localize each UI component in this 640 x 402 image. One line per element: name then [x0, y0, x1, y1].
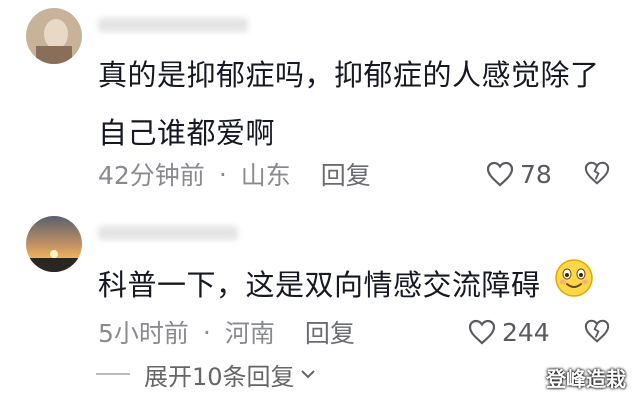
- comment-meta: 42分钟前 · 山东 回复: [98, 154, 371, 194]
- expand-replies-label: 展开10条回复: [144, 362, 295, 391]
- heart-icon: [486, 161, 514, 187]
- dislike-button[interactable]: [584, 160, 610, 190]
- smile-emoji-icon: [554, 258, 594, 317]
- like-count: 78: [520, 159, 552, 189]
- chevron-down-icon: [300, 370, 315, 379]
- avatar[interactable]: [26, 216, 82, 272]
- dislike-button[interactable]: [584, 318, 610, 348]
- like-button[interactable]: 78: [486, 154, 552, 194]
- broken-heart-icon: [584, 319, 610, 343]
- comment-location: 河南: [224, 319, 275, 348]
- comment-meta: 5小时前 · 河南 回复: [98, 312, 355, 352]
- comment-location: 山东: [240, 161, 291, 190]
- reply-button[interactable]: 回复: [305, 314, 355, 350]
- comment-text: 真的是抑郁症吗，抑郁症的人感觉除了 自己谁都爱啊: [98, 46, 600, 162]
- comment-text-line: 科普一下，这是双向情感交流障碍: [98, 268, 541, 302]
- heart-icon: [468, 319, 496, 345]
- comment-text: 科普一下，这是双向情感交流障碍: [98, 256, 594, 317]
- comment-text-line: 真的是抑郁症吗，抑郁症的人感觉除了: [98, 58, 600, 92]
- username-blurred[interactable]: [98, 18, 248, 32]
- username-blurred[interactable]: [98, 226, 238, 240]
- comment-time: 5小时前: [98, 319, 189, 348]
- reply-button[interactable]: 回复: [321, 156, 371, 192]
- broken-heart-icon: [584, 161, 610, 185]
- separator-dot: ·: [202, 317, 211, 347]
- avatar[interactable]: [26, 8, 82, 64]
- like-count: 244: [502, 317, 550, 347]
- expand-replies-button[interactable]: 展开10条回复: [96, 354, 317, 394]
- comment-time: 42分钟前: [98, 161, 205, 190]
- watermark: 登峰造栽: [546, 367, 626, 391]
- separator-dot: ·: [218, 159, 227, 189]
- like-button[interactable]: 244: [468, 312, 550, 352]
- divider-line: [96, 373, 130, 375]
